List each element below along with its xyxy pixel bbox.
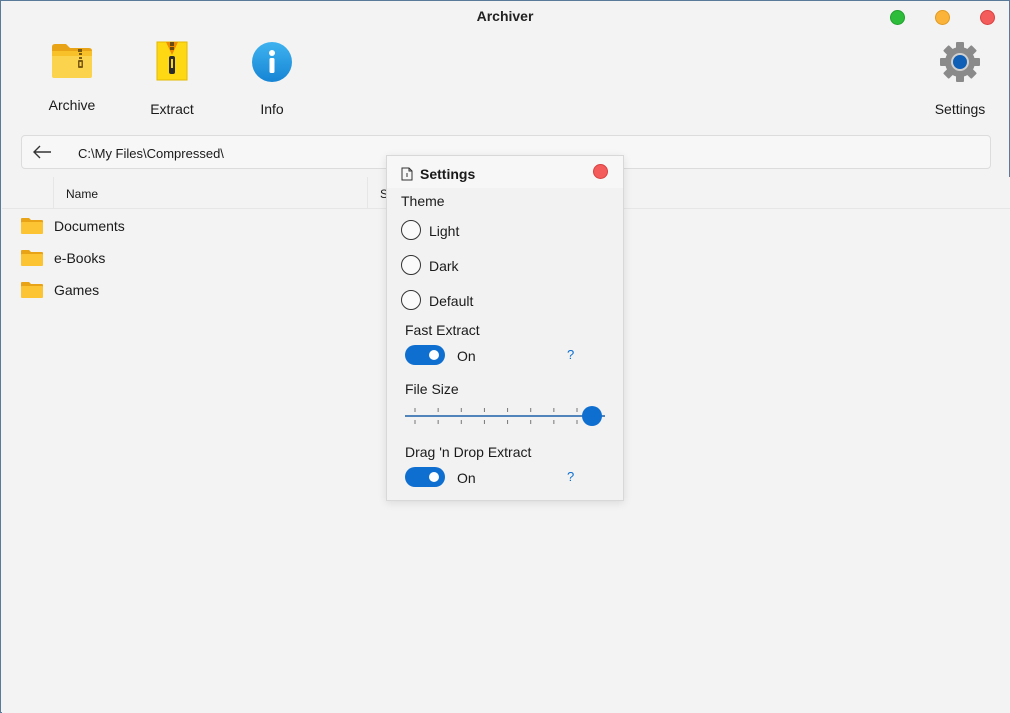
radio-circle	[401, 255, 421, 275]
fast-extract-label: Fast Extract	[405, 322, 480, 338]
info-button[interactable]: Info	[247, 39, 297, 121]
fast-extract-toggle[interactable]	[405, 345, 445, 365]
column-name-label: Name	[66, 187, 99, 201]
radio-label: Default	[429, 293, 474, 309]
gear-icon	[940, 42, 980, 82]
radio-label: Light	[429, 223, 460, 239]
window-title: Archiver	[476, 8, 534, 24]
theme-radio-default[interactable]: Default	[401, 288, 521, 312]
file-size-label: File Size	[405, 381, 459, 397]
radio-label: Dark	[429, 258, 459, 274]
app-window: Archiver Archive Extract Info Settings C…	[0, 0, 1010, 713]
archive-button[interactable]: Archive	[41, 39, 103, 119]
current-path: C:\My Files\Compressed\	[78, 146, 224, 161]
extract-button[interactable]: Extract	[143, 39, 201, 121]
maximize-button[interactable]	[890, 10, 905, 25]
theme-label: Theme	[401, 193, 445, 209]
file-size-slider[interactable]	[405, 404, 605, 428]
drag-drop-extract-toggle[interactable]	[405, 467, 445, 487]
minimize-button[interactable]	[935, 10, 950, 25]
settings-page-icon	[401, 167, 413, 181]
folder-icon	[21, 218, 43, 234]
dialog-close-button[interactable]	[593, 164, 608, 179]
toggle-knob	[429, 350, 439, 360]
radio-circle	[401, 290, 421, 310]
settings-dialog: Settings Theme Light Dark Default Fast E…	[386, 155, 624, 501]
item-name: e-Books	[54, 250, 106, 266]
drag-drop-extract-state: On	[457, 470, 476, 486]
drag-drop-extract-help-link[interactable]: ?	[567, 469, 574, 484]
settings-label: Settings	[934, 101, 986, 117]
item-name: Games	[54, 282, 100, 298]
settings-button[interactable]: Settings	[929, 39, 991, 121]
info-icon	[252, 42, 292, 82]
archive-label: Archive	[48, 97, 96, 113]
fast-extract-state: On	[457, 348, 476, 364]
title-bar: Archiver	[1, 1, 1009, 33]
dialog-title: Settings	[420, 166, 476, 182]
zip-folder-icon	[52, 44, 92, 78]
info-label: Info	[260, 101, 284, 117]
toggle-knob	[429, 472, 439, 482]
dialog-header: Settings	[387, 156, 623, 188]
extract-label: Extract	[150, 101, 194, 117]
theme-radio-light[interactable]: Light	[401, 218, 521, 242]
arrow-left-icon[interactable]	[32, 144, 52, 160]
folder-icon	[21, 282, 43, 298]
slider-thumb[interactable]	[582, 406, 602, 426]
item-name: Documents	[54, 218, 125, 234]
close-button[interactable]	[980, 10, 995, 25]
radio-circle	[401, 220, 421, 240]
zipper-file-icon	[156, 41, 188, 81]
fast-extract-help-link[interactable]: ?	[567, 347, 574, 362]
column-name[interactable]: Name	[53, 177, 367, 209]
folder-icon	[21, 250, 43, 266]
drag-drop-extract-label: Drag 'n Drop Extract	[405, 444, 532, 460]
theme-radio-dark[interactable]: Dark	[401, 253, 521, 277]
